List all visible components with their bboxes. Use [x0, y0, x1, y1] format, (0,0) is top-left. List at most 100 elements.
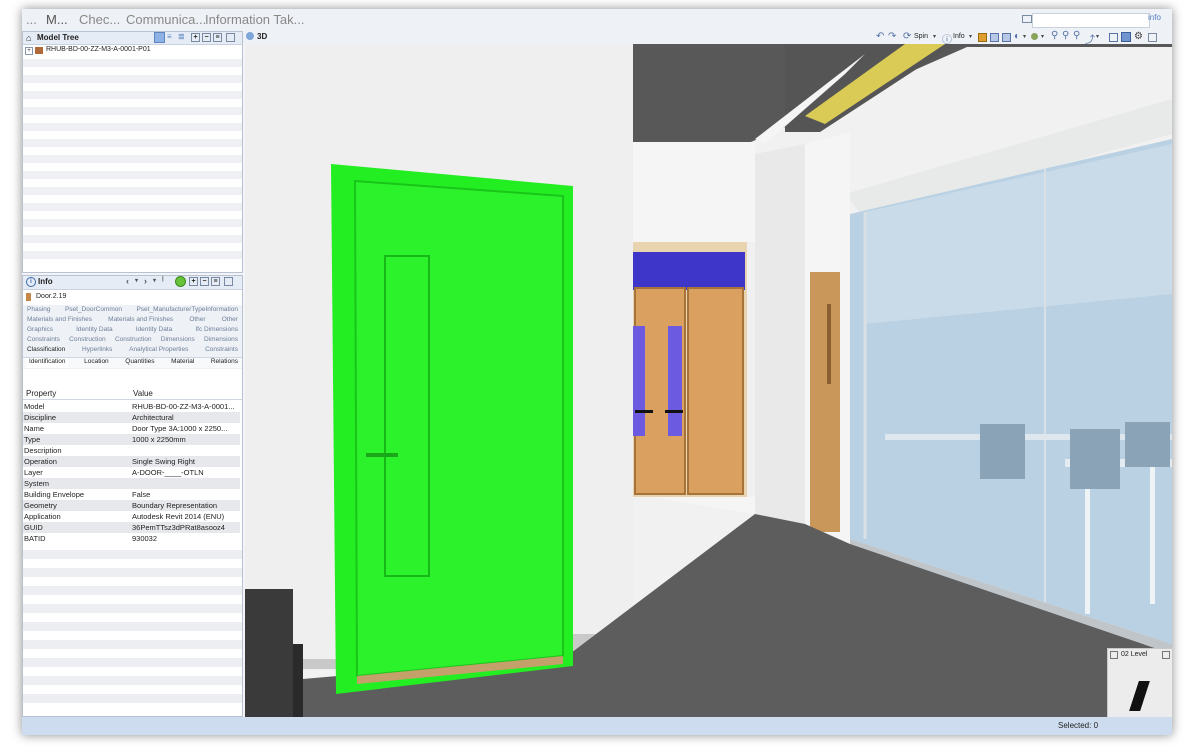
table-row[interactable]: Discipline Architectural — [23, 412, 240, 423]
property-column-header[interactable]: Property — [26, 389, 56, 398]
info-tool-button[interactable]: Info — [953, 33, 965, 40]
value-column-header[interactable]: Value — [133, 389, 153, 398]
property-name: Application — [24, 512, 61, 521]
tree-stripe — [23, 251, 242, 259]
tree-item-root[interactable]: + RHUB-BD-00-ZZ-M3-A-0001-P01 — [25, 46, 240, 56]
menu-item-checking[interactable]: Chec... — [79, 12, 120, 27]
tab-materials-and-finishes[interactable]: Materials and Finishes — [108, 316, 173, 326]
table-row[interactable]: System — [23, 478, 240, 489]
search-input[interactable] — [1032, 13, 1150, 28]
zoom-out-icon[interactable]: ⚲ — [1073, 30, 1080, 41]
render-mode-icon[interactable] — [1031, 33, 1038, 40]
tab-other[interactable]: Other — [189, 316, 205, 326]
tab-classification[interactable]: Classification — [27, 346, 65, 356]
info-options-icon[interactable]: ≡ — [211, 277, 220, 286]
tab-materials-and-finishes[interactable]: Materials and Finishes — [27, 316, 92, 326]
menu-item-communication[interactable]: Communica... — [126, 12, 206, 27]
widget-close-icon[interactable] — [1162, 651, 1170, 659]
tab-hyperlinks[interactable]: Hyperlinks — [82, 346, 112, 356]
tab-identity-data[interactable]: Identity Data — [136, 326, 173, 336]
table-row[interactable]: GUID 36PemTTsz3dPRat8asooz4 — [23, 522, 240, 533]
forward-icon[interactable]: › — [144, 276, 147, 286]
tab-construction[interactable]: Construction — [69, 336, 106, 346]
spin-icon[interactable]: ⟳ — [903, 31, 911, 42]
box-select-icon[interactable] — [978, 33, 987, 42]
property-value: Door Type 3A:1000 x 2250... — [132, 424, 228, 433]
back-dropdown-icon[interactable]: ▾ — [135, 277, 138, 284]
table-row[interactable]: Operation Single Swing Right — [23, 456, 240, 467]
visibility-icon[interactable]: ◐ — [1014, 31, 1020, 42]
tab-pset-manufacturer-type[interactable]: Pset_ManufacturerTypeInformation — [136, 306, 238, 316]
menu-item-overflow[interactable]: ... — [26, 12, 37, 27]
tab-constraints[interactable]: Constraints — [27, 336, 60, 346]
collapse-all-icon[interactable]: − — [202, 33, 211, 42]
3d-viewport[interactable]: 02 Level — [245, 44, 1172, 717]
zoom-in-icon[interactable]: ⚲ — [1062, 30, 1069, 41]
selected-object-name: Door.2.19 — [36, 293, 67, 300]
widget-toggle-icon[interactable] — [1110, 651, 1118, 659]
tab-dimensions[interactable]: Dimensions — [204, 336, 238, 346]
camera-icon[interactable] — [1121, 32, 1131, 42]
zoom-fit-icon[interactable]: ⚲ — [1051, 30, 1058, 41]
tab-quantities[interactable]: Quantities — [125, 358, 154, 368]
table-row[interactable]: Name Door Type 3A:1000 x 2250... — [23, 423, 240, 434]
tab-phasing[interactable]: Phasing — [27, 306, 51, 316]
table-row[interactable]: Application Autodesk Revit 2014 (ENU) — [23, 511, 240, 522]
section-box-icon[interactable] — [1109, 33, 1118, 42]
expand-all-icon[interactable]: + — [191, 33, 200, 42]
model-tree-options-icon[interactable]: ≡ — [213, 33, 222, 42]
tab-material[interactable]: Material — [171, 358, 194, 368]
visibility-dropdown-icon[interactable]: ▾ — [1023, 33, 1026, 40]
search-options-icon[interactable] — [1022, 15, 1032, 23]
undo-view-icon[interactable]: ↶ — [876, 31, 884, 42]
table-row[interactable]: Geometry Boundary Representation — [23, 500, 240, 511]
table-row[interactable]: BATID 930032 — [23, 533, 240, 544]
tab-dimensions[interactable]: Dimensions — [161, 336, 195, 346]
table-row[interactable]: Model RHUB-BD-00-ZZ-M3-A-0001... — [23, 401, 240, 412]
forward-dropdown-icon[interactable]: ▾ — [153, 277, 156, 284]
settings-icon[interactable]: ⚙ — [1134, 31, 1143, 42]
tab-analytical-properties[interactable]: Analytical Properties — [129, 346, 188, 356]
tab-location[interactable]: Location — [84, 358, 109, 368]
table-row[interactable]: Building Envelope False — [23, 489, 240, 500]
model-tree-select-icon[interactable] — [154, 32, 165, 43]
model-tree-maximize-icon[interactable] — [226, 33, 235, 42]
model-tree-sort-icon[interactable]: ≣ — [178, 32, 185, 41]
info-expand-icon[interactable]: + — [189, 277, 198, 286]
tree-expand-icon[interactable]: + — [25, 47, 33, 55]
help-link[interactable]: info — [1148, 13, 1161, 22]
right-wall — [755, 144, 805, 549]
tree-stripe — [23, 203, 242, 211]
info-collapse-icon[interactable]: − — [200, 277, 209, 286]
model-tree-filter-icon[interactable]: ≡ — [167, 32, 172, 41]
info-dropdown-icon[interactable]: ▾ — [969, 33, 972, 40]
table-row[interactable]: Layer A-DOOR-____-OTLN — [23, 467, 240, 478]
back-icon[interactable]: ‹ — [126, 276, 129, 286]
viewer-maximize-icon[interactable] — [1148, 33, 1157, 42]
redo-view-icon[interactable]: ↷ — [888, 31, 896, 42]
menu-item-information-takeoff[interactable]: Information Tak... — [205, 12, 304, 27]
spin-button[interactable]: Spin — [914, 33, 928, 40]
refresh-icon[interactable] — [175, 276, 186, 287]
tab-relations[interactable]: Relations — [211, 358, 238, 368]
info-maximize-icon[interactable] — [224, 277, 233, 286]
tab-constraints[interactable]: Constraints — [205, 346, 238, 356]
tab-ifc-dimensions[interactable]: Ifc Dimensions — [195, 326, 238, 336]
render-dropdown-icon[interactable]: ▾ — [1041, 33, 1044, 40]
tab-identification[interactable]: Identification — [27, 358, 68, 368]
table-row[interactable]: Type 1000 x 2250mm — [23, 434, 240, 445]
tab-other[interactable]: Other — [222, 316, 238, 326]
tab-identity-data[interactable]: Identity Data — [76, 326, 113, 336]
table-row[interactable]: Description — [23, 445, 240, 456]
tab-construction[interactable]: Construction — [115, 336, 152, 346]
spin-dropdown-icon[interactable]: ▾ — [933, 33, 936, 40]
hide-icon[interactable] — [990, 33, 999, 42]
measure-dropdown-icon[interactable]: ▾ — [1096, 33, 1099, 40]
3d-scene[interactable] — [245, 44, 1172, 717]
isolate-icon[interactable] — [1002, 33, 1011, 42]
menu-item-model[interactable]: M... — [46, 12, 68, 27]
level-widget[interactable]: 02 Level — [1107, 648, 1172, 717]
tab-pset-door-common[interactable]: Pset_DoorCommon — [65, 306, 122, 316]
tree-stripe — [23, 187, 242, 195]
tab-graphics[interactable]: Graphics — [27, 326, 53, 336]
